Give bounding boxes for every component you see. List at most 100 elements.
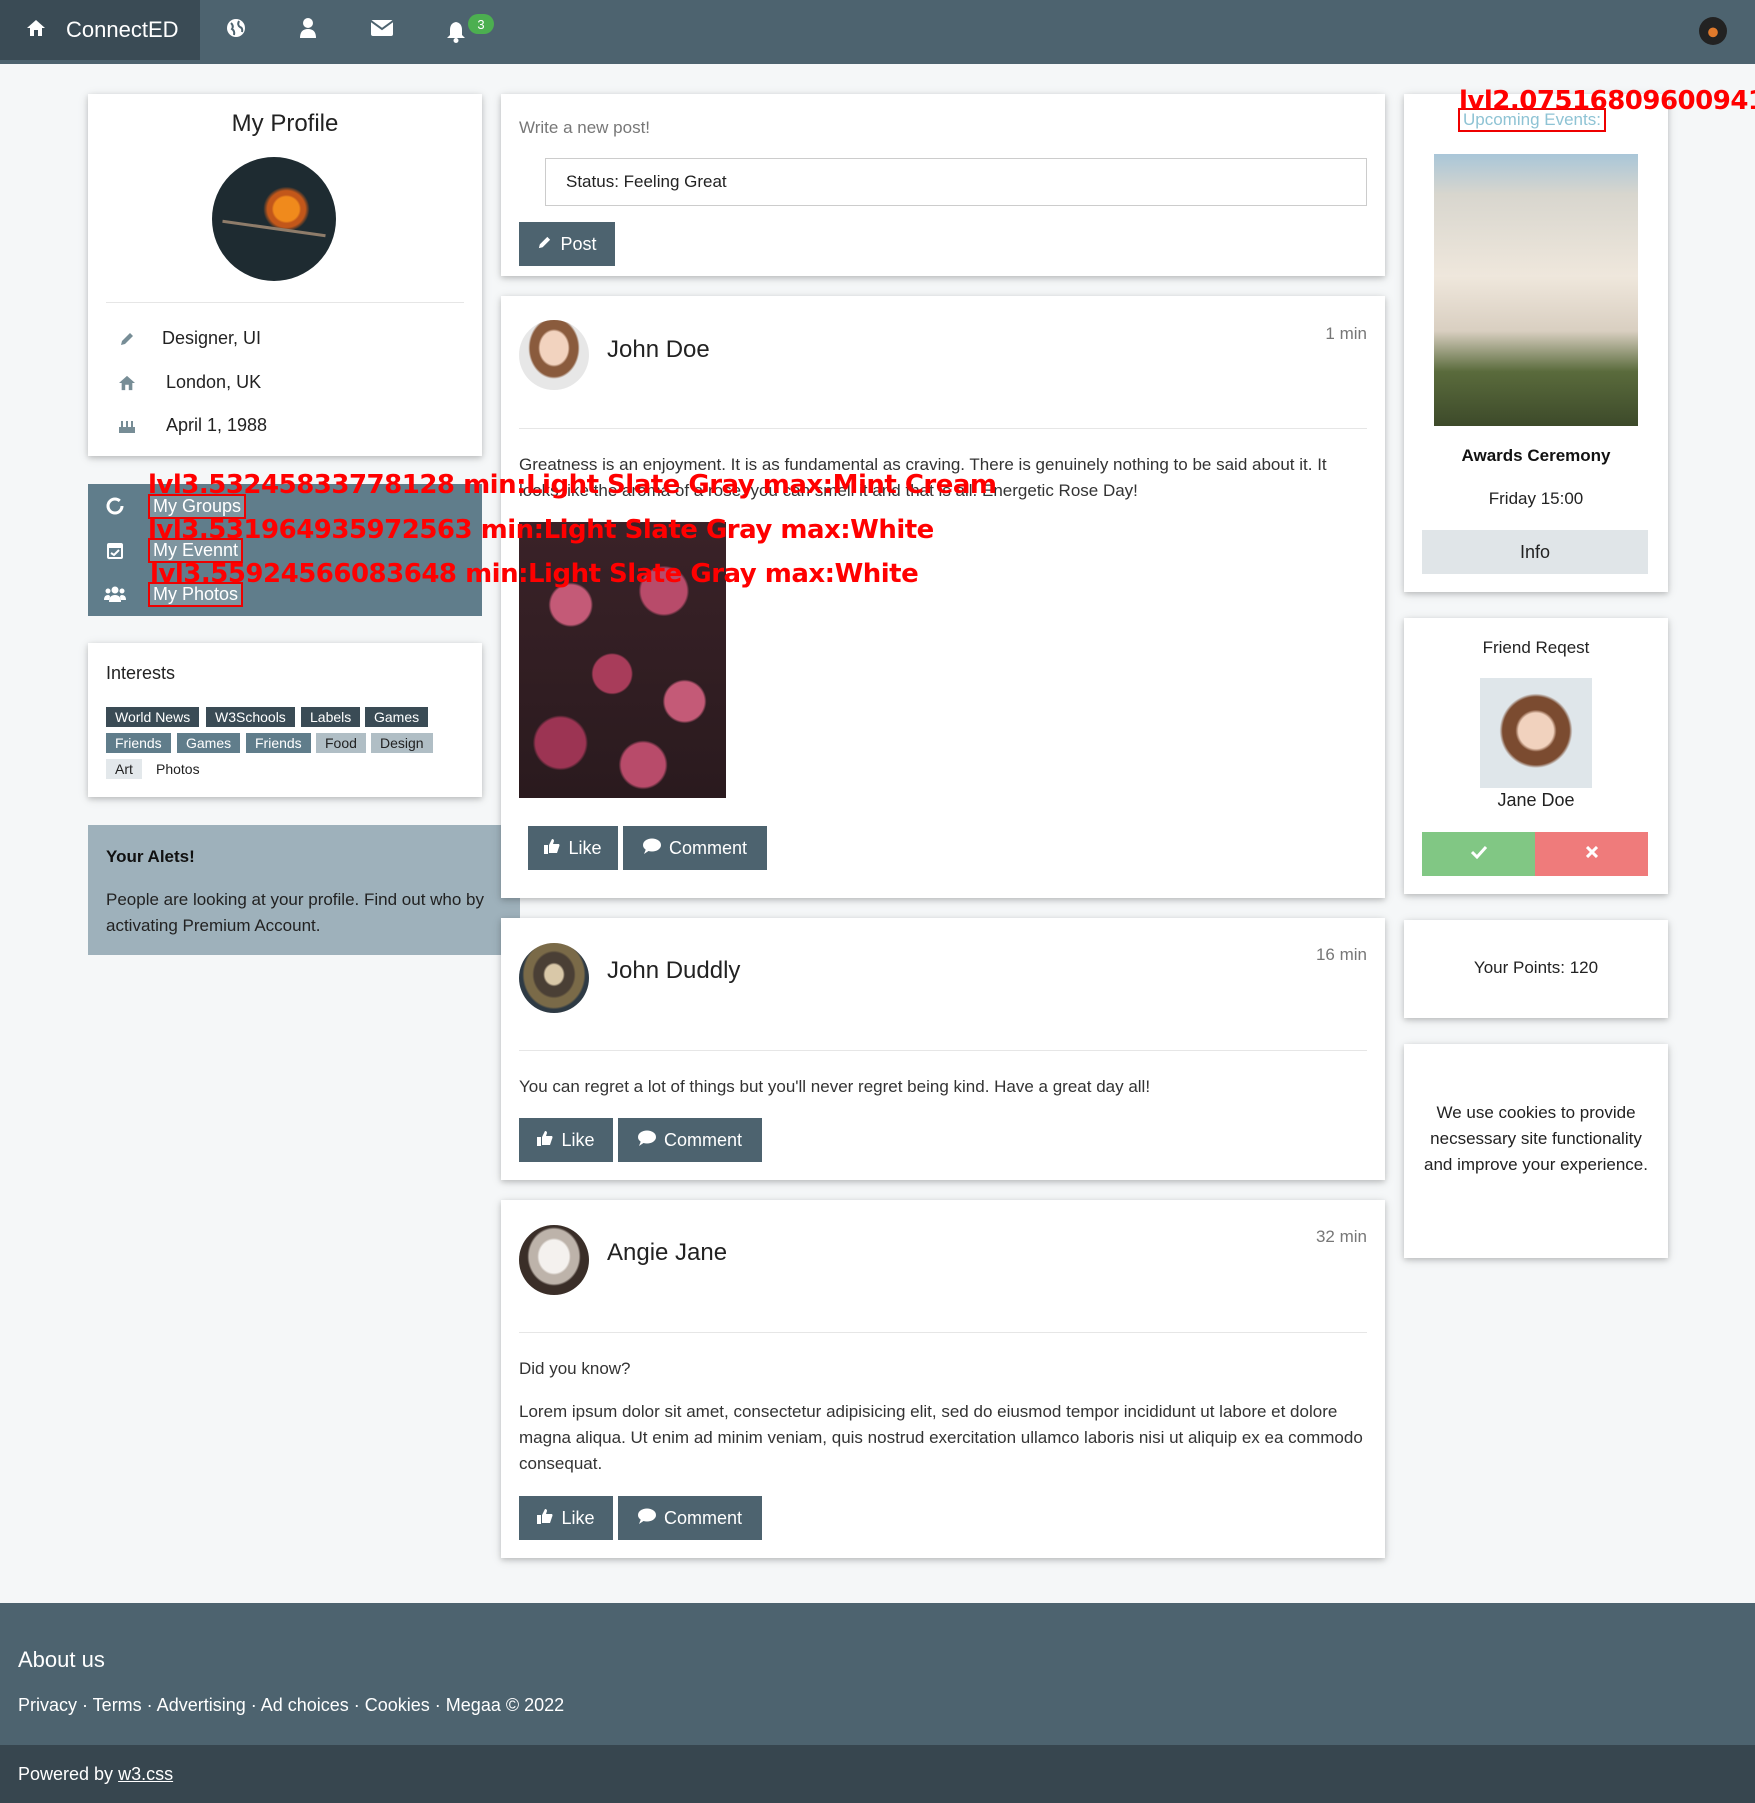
user-avatar[interactable]	[1699, 17, 1727, 45]
event-image[interactable]	[1434, 154, 1638, 426]
tag[interactable]: Food	[316, 733, 366, 753]
divider	[519, 428, 1367, 429]
nav-messages-button[interactable]	[346, 0, 418, 60]
like-label: Like	[561, 1129, 595, 1150]
w3css-link[interactable]: w3.css	[118, 1764, 173, 1784]
profile-avatar	[212, 157, 336, 281]
globe-icon	[226, 18, 246, 43]
home-icon	[108, 375, 146, 391]
post-text: Lorem ipsum dolor sit amet, consectetur …	[519, 1402, 1363, 1473]
friend-photo[interactable]	[1480, 678, 1592, 788]
side-menu: My Groups My Evennt My Photos	[88, 484, 482, 616]
overlay-label-upcoming: lvl2.075168096009412	[1459, 86, 1755, 116]
circle-notch-icon	[104, 497, 126, 515]
envelope-icon	[370, 19, 394, 41]
profile-birthday-row: April 1, 1988	[108, 415, 267, 436]
home-icon	[26, 17, 46, 43]
pencil-icon	[108, 331, 146, 347]
tag[interactable]: Games	[365, 707, 429, 727]
comment-button[interactable]: Comment	[618, 1496, 762, 1540]
thumbs-up-icon	[537, 1508, 553, 1529]
tag[interactable]: Design	[371, 733, 433, 753]
cookie-text: We use cookies to provide necsessary sit…	[1424, 1103, 1648, 1174]
like-button[interactable]: Like	[519, 1118, 613, 1162]
notification-badge: 3	[468, 14, 494, 34]
overlay-label-groups: lvl3.53245833778128 min:Light Slate Gray…	[148, 470, 997, 500]
post-card: Angie Jane 32 min Did you know? Lorem ip…	[501, 1200, 1385, 1558]
author-avatar[interactable]	[519, 943, 589, 1013]
author-avatar[interactable]	[519, 1225, 589, 1295]
post-author[interactable]: John Duddly	[607, 957, 740, 985]
post-author[interactable]: Angie Jane	[607, 1239, 727, 1267]
powered-by-label: Powered by	[18, 1764, 114, 1784]
post-time: 32 min	[1315, 1227, 1367, 1246]
points-text: Your Points: 120	[1473, 958, 1599, 977]
birthday-cake-icon	[108, 418, 146, 434]
profile-role: Designer, UI	[162, 328, 262, 348]
interests-title: Interests	[106, 663, 176, 683]
tag[interactable]: Photos	[147, 759, 209, 779]
composer-heading: Write a new post!	[519, 118, 651, 137]
divider	[106, 302, 464, 303]
nav-notifications-button[interactable]	[420, 4, 492, 64]
friend-name: Jane Doe	[1497, 790, 1575, 810]
post-intro: Did you know?	[519, 1359, 631, 1378]
comment-icon	[637, 1508, 656, 1529]
post-time: 1 min	[1325, 324, 1367, 343]
post-time: 16 min	[1315, 945, 1367, 964]
overlay-label-photos: lvl3.55924566083648 min:Light Slate Gray…	[150, 559, 919, 589]
brand-name: ConnectED	[66, 17, 179, 42]
brand-home-link[interactable]: ConnectED	[0, 0, 200, 60]
divider	[519, 1050, 1367, 1051]
footer-links[interactable]: Privacy · Terms · Advertising · Ad choic…	[18, 1695, 564, 1716]
comment-button[interactable]: Comment	[618, 1118, 762, 1162]
events-card: Upcoming Events: Awards Ceremony Friday …	[1404, 94, 1668, 592]
alert-box: Your Alets! People are looking at your p…	[88, 825, 520, 955]
profile-role-row: Designer, UI	[108, 328, 261, 349]
profile-location-row: London, UK	[108, 372, 261, 393]
comment-icon	[642, 838, 661, 859]
tag[interactable]: Art	[106, 759, 142, 779]
like-button[interactable]: Like	[528, 826, 618, 870]
close-icon	[1585, 845, 1598, 863]
decline-button[interactable]	[1535, 832, 1648, 876]
like-button[interactable]: Like	[519, 1496, 613, 1540]
post-card: John Duddly 16 min You can regret a lot …	[501, 918, 1385, 1180]
post-card: John Doe 1 min Greatness is an enjoyment…	[501, 296, 1385, 898]
top-navbar: ConnectED 3	[0, 0, 1755, 64]
points-card: Your Points: 120	[1404, 920, 1668, 1018]
comment-button[interactable]: Comment	[623, 826, 767, 870]
tag[interactable]: Friends	[246, 733, 311, 753]
post-button-label: Post	[560, 233, 597, 254]
footer-powered: Powered by w3.css	[0, 1745, 1755, 1803]
profile-title: My Profile	[231, 110, 339, 137]
post-button[interactable]: Post	[519, 222, 615, 266]
accept-button[interactable]	[1422, 832, 1535, 876]
tag[interactable]: W3Schools	[206, 707, 295, 727]
tag[interactable]: World News	[106, 707, 200, 727]
calendar-check-icon	[104, 542, 126, 559]
bell-icon	[446, 21, 466, 48]
tag[interactable]: Labels	[301, 707, 361, 727]
event-name: Awards Ceremony	[1461, 446, 1611, 465]
tag[interactable]: Friends	[106, 733, 171, 753]
comment-label: Comment	[668, 837, 748, 858]
nav-news-button[interactable]	[200, 0, 272, 60]
interests-card: Interests World News W3Schools Labels Ga…	[88, 643, 482, 797]
check-icon	[1470, 845, 1487, 864]
footer-about[interactable]: About us	[18, 1647, 105, 1673]
like-label: Like	[561, 1507, 595, 1528]
user-icon	[299, 17, 317, 43]
status-input[interactable]: Status: Feeling Great	[545, 158, 1367, 206]
info-button[interactable]: Info	[1422, 530, 1648, 574]
cookie-card: We use cookies to provide necsessary sit…	[1404, 1044, 1668, 1258]
post-text: You can regret a lot of things but you'l…	[519, 1077, 1151, 1096]
tag[interactable]: Games	[177, 733, 241, 753]
pencil-icon	[537, 234, 552, 255]
friend-request-heading: Friend Reqest	[1482, 638, 1590, 657]
author-avatar[interactable]	[519, 320, 589, 390]
composer-card: Write a new post! Status: Feeling Great …	[501, 94, 1385, 276]
like-label: Like	[568, 837, 602, 858]
nav-account-button[interactable]	[272, 0, 344, 60]
post-author[interactable]: John Doe	[607, 336, 710, 364]
